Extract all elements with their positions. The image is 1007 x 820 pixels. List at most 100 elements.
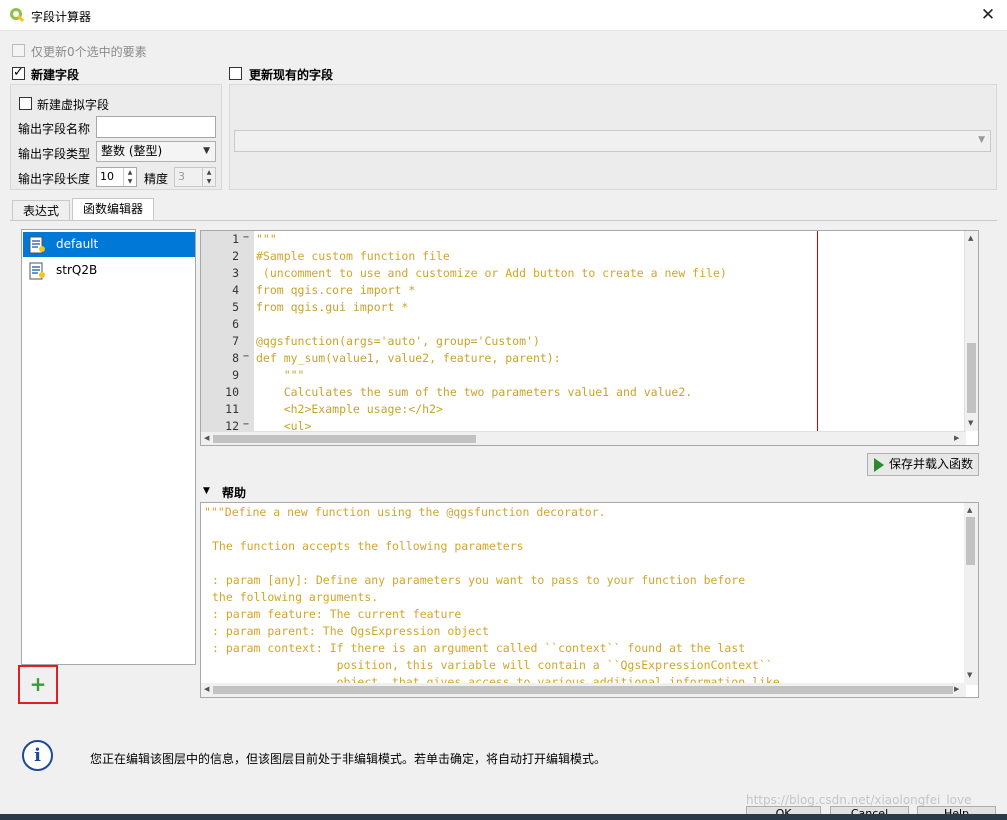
code-line: """ (256, 368, 305, 382)
only-selected-label: 仅更新0个选中的要素 (31, 45, 147, 59)
scroll-left-icon[interactable]: ◀ (204, 434, 209, 442)
output-type-select[interactable]: 整数 (整型) ▼ (96, 141, 216, 162)
edge-marker-line (817, 231, 818, 431)
taskbar-strip (0, 814, 1007, 820)
editor-vertical-scrollbar[interactable]: ▲ ▼ (964, 231, 978, 431)
output-length-spinbox[interactable]: 10 ▲ ▼ (96, 167, 137, 187)
code-line: (uncomment to use and customize or Add b… (256, 266, 727, 280)
python-file-icon (29, 262, 45, 280)
close-button[interactable]: ✕ (969, 0, 1007, 31)
code-line: <h2>Example usage:</h2> (256, 402, 443, 416)
list-item-label: default (56, 237, 99, 251)
code-line: #Sample custom function file (256, 249, 450, 263)
scroll-up-icon[interactable]: ▲ (968, 234, 973, 242)
help-line: : param [any]: Define any parameters you… (212, 573, 746, 587)
help-line: the following arguments. (212, 590, 379, 604)
scroll-down-icon[interactable]: ▼ (967, 671, 972, 679)
editor-horizontal-scrollbar[interactable]: ◀ ▶ (201, 431, 966, 445)
chevron-down-icon: ▼ (203, 146, 210, 156)
existing-field-select[interactable]: ▼ (234, 130, 991, 152)
fold-marker-icon[interactable]: − (243, 351, 249, 362)
list-item-label: strQ2B (56, 263, 98, 277)
help-line: position, this variable will contain a `… (212, 658, 773, 672)
update-existing-label: 更新现有的字段 (249, 68, 334, 82)
python-file-icon (29, 236, 45, 254)
code-editor[interactable]: 1− """ 2 #Sample custom function file 3 (unc… (200, 230, 979, 446)
precision-label: 精度 (144, 172, 169, 186)
chevron-down-icon: ▼ (978, 135, 985, 145)
qgis-logo-icon (10, 8, 25, 23)
scroll-thumb[interactable] (967, 343, 976, 413)
scroll-right-icon[interactable]: ▶ (954, 434, 959, 442)
collapse-toggle-icon[interactable]: ▼ (203, 486, 210, 496)
save-and-load-button[interactable]: 保存并载入函数 (867, 453, 979, 476)
only-selected-checkbox[interactable] (12, 44, 25, 57)
precision-spinbox[interactable]: 3 ▲ ▼ (174, 167, 216, 187)
function-file-list: default strQ2B (21, 229, 196, 665)
spin-arrows-icon[interactable]: ▲ ▼ (202, 168, 215, 186)
help-horizontal-scrollbar[interactable]: ◀ ▶ (201, 683, 966, 697)
output-length-label: 输出字段长度 (18, 172, 91, 186)
line-number: 8 (232, 351, 239, 365)
code-line: from qgis.core import * (256, 283, 416, 297)
scroll-down-icon[interactable]: ▼ (968, 419, 973, 427)
line-number: 10 (225, 385, 239, 399)
scroll-left-icon[interactable]: ◀ (204, 685, 209, 693)
output-type-label: 输出字段类型 (18, 147, 91, 161)
play-icon (874, 458, 884, 472)
help-text-box: """Define a new function using the @qgsf… (200, 502, 979, 698)
info-icon: i (22, 740, 53, 771)
fold-marker-icon[interactable]: − (243, 232, 249, 243)
watermark: https://blog.csdn.net/xiaolongfei_love (746, 793, 972, 807)
scroll-right-icon[interactable]: ▶ (954, 685, 959, 693)
new-field-checkbox[interactable] (12, 65, 25, 80)
update-existing-checkbox[interactable] (229, 67, 242, 80)
list-item[interactable]: default (23, 232, 195, 257)
code-line: """ (256, 232, 277, 246)
output-name-input[interactable] (96, 116, 216, 138)
line-number: 6 (232, 317, 239, 331)
scroll-thumb[interactable] (213, 435, 476, 443)
help-line: : param parent: The QgsExpression object (212, 624, 489, 638)
code-line: @qgsfunction(args='auto', group='Custom'… (256, 334, 540, 348)
code-line: def my_sum(value1, value2, feature, pare… (256, 351, 561, 365)
line-number: 2 (232, 249, 239, 263)
scroll-up-icon[interactable]: ▲ (967, 506, 972, 514)
line-number: 7 (232, 334, 239, 348)
line-number: 3 (232, 266, 239, 280)
tab-expression[interactable]: 表达式 (12, 200, 71, 221)
list-item[interactable]: strQ2B (23, 258, 195, 283)
output-length-value: 10 (100, 170, 114, 183)
line-number: 9 (232, 368, 239, 382)
fold-marker-icon[interactable]: − (243, 419, 249, 430)
new-field-label: 新建字段 (31, 68, 80, 82)
virtual-field-label: 新建虚拟字段 (37, 98, 110, 112)
add-file-button[interactable]: + (28, 672, 48, 696)
help-title: 帮助 (222, 486, 247, 500)
info-message: 您正在编辑该图层中的信息，但该图层目前处于非编辑模式。若单击确定，将自动打开编辑… (90, 752, 607, 766)
help-line: """Define a new function using the @qgsf… (204, 505, 606, 519)
line-number: 11 (225, 402, 239, 416)
plus-icon: + (29, 672, 47, 696)
help-line: : param feature: The current feature (212, 607, 462, 621)
highlight-box: + (18, 665, 58, 704)
help-line: : param context: If there is an argument… (212, 641, 746, 655)
output-type-value: 整数 (整型) (101, 144, 163, 158)
code-line: Calculates the sum of the two parameters… (256, 385, 693, 399)
virtual-field-checkbox[interactable] (19, 97, 32, 110)
output-name-label: 输出字段名称 (18, 122, 91, 136)
window-title: 字段计算器 (31, 10, 92, 24)
code-line: from qgis.gui import * (256, 300, 409, 314)
title-bar: 字段计算器 ✕ (0, 0, 1007, 31)
tab-function-editor[interactable]: 函数编辑器 (72, 198, 155, 221)
line-number: 1 (232, 232, 239, 246)
line-number: 4 (232, 283, 239, 297)
precision-value: 3 (178, 170, 185, 183)
scroll-thumb[interactable] (213, 686, 953, 694)
scroll-thumb[interactable] (966, 517, 975, 565)
save-and-load-label: 保存并载入函数 (889, 457, 974, 471)
help-line: The function accepts the following param… (212, 539, 524, 553)
help-vertical-scrollbar[interactable]: ▲ ▼ (964, 503, 978, 685)
spin-arrows-icon[interactable]: ▲ ▼ (123, 168, 136, 186)
line-number: 5 (232, 300, 239, 314)
